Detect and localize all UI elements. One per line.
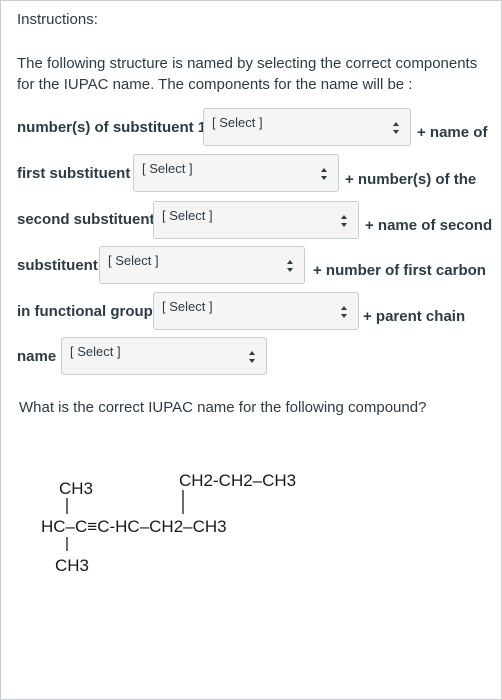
select-arrows-icon (341, 306, 347, 318)
select-arrows-icon (321, 168, 327, 180)
select-arrows-icon (393, 122, 399, 134)
row6-label: name (17, 348, 57, 365)
functional-group-number-select[interactable]: [ Select ] (153, 292, 359, 330)
select-value: [ Select ] (162, 208, 213, 223)
select-arrows-icon (341, 215, 347, 227)
question-text: What is the correct IUPAC name for the f… (19, 399, 427, 416)
select-value: [ Select ] (142, 161, 193, 176)
instructions-body: The following structure is named by sele… (17, 55, 478, 93)
second-substituent-name-select[interactable]: [ Select ] (99, 246, 305, 284)
second-substituent-number-select[interactable]: [ Select ] (153, 201, 359, 239)
row3-label: second substituent (17, 211, 155, 228)
select-value: [ Select ] (162, 299, 213, 314)
structure-top-right: CH2-CH2–CH3 (179, 471, 296, 490)
substituent1-number-select[interactable]: [ Select ] (203, 108, 411, 146)
row5-label: in functional group (17, 303, 153, 320)
row4-suffix: + number of first carbon (313, 262, 486, 279)
select-value: [ Select ] (212, 115, 263, 130)
structure-top-left: CH3 (59, 479, 93, 498)
structure-bottom-left: CH3 (55, 556, 89, 575)
row4-label: substituent (17, 257, 98, 274)
instructions-title: Instructions: (17, 11, 98, 28)
chemical-structure-diagram: CH3 CH2-CH2–CH3 HC–C≡C-HC–CH2–CH3 CH3 (41, 471, 296, 575)
row5-suffix: + parent chain (363, 308, 466, 325)
quiz-question-frame: Instructions: The following structure is… (0, 0, 502, 700)
row3-suffix: + name of second (365, 217, 493, 234)
select-value: [ Select ] (108, 253, 159, 268)
row2-suffix: + number(s) of the (345, 171, 477, 188)
row2-label: first substituent (17, 165, 131, 182)
select-arrows-icon (287, 260, 293, 272)
select-value: [ Select ] (70, 344, 121, 359)
first-substituent-select[interactable]: [ Select ] (133, 154, 339, 192)
row1-suffix: + name of (417, 124, 488, 141)
parent-chain-name-select[interactable]: [ Select ] (61, 337, 267, 375)
row1-label: number(s) of substituent 1 (17, 119, 207, 136)
structure-main-chain: HC–C≡C-HC–CH2–CH3 (41, 517, 227, 536)
select-arrows-icon (249, 351, 255, 363)
